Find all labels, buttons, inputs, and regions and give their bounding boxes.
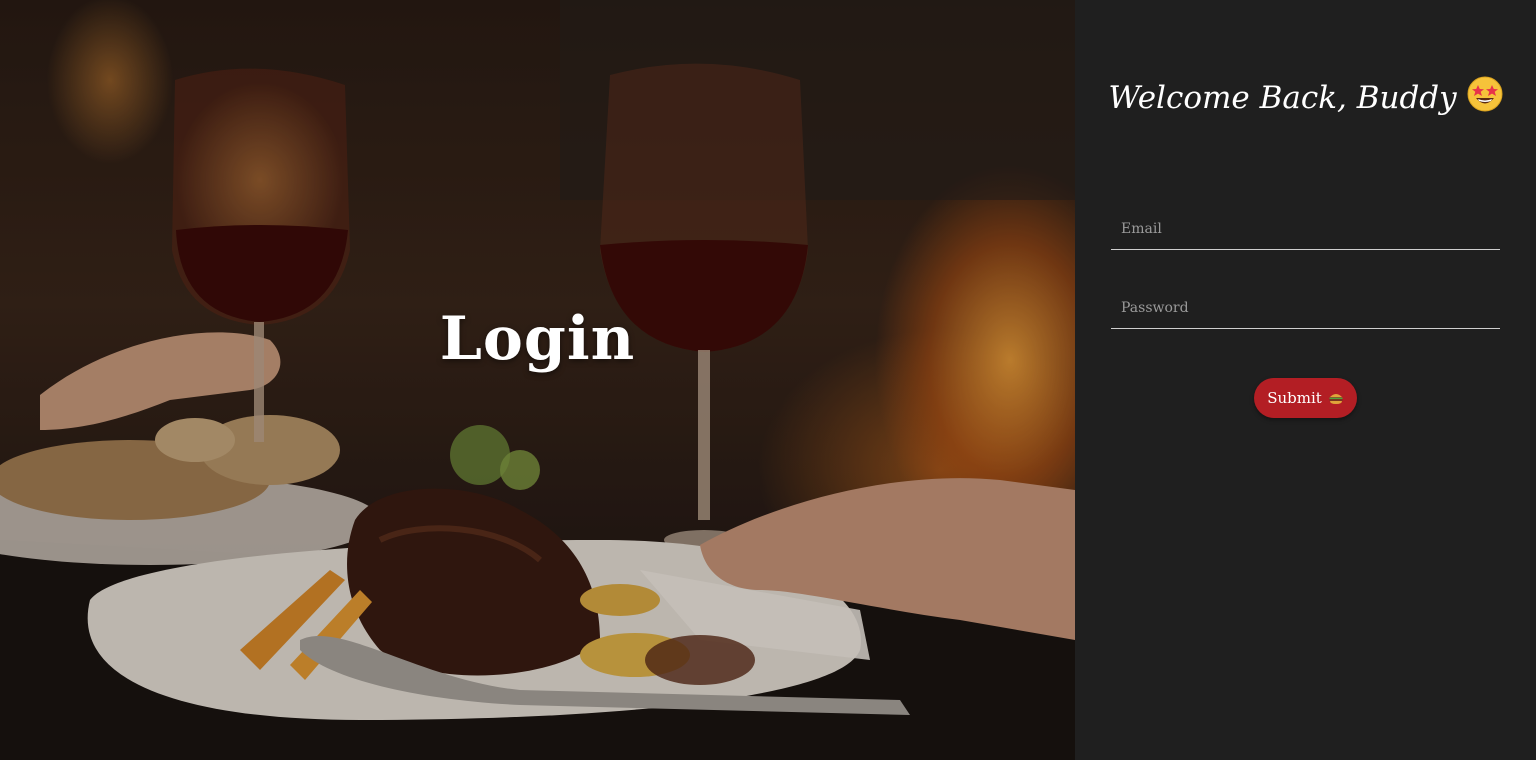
hero-image-panel: Login — [0, 0, 1075, 760]
hero-title: Login — [439, 304, 636, 374]
submit-label: Submit — [1267, 389, 1322, 407]
login-page: Login Welcome Back, Buddy Submit — [0, 0, 1536, 760]
password-input[interactable] — [1111, 288, 1500, 328]
burger-icon — [1329, 394, 1343, 404]
welcome-text: Welcome Back, Buddy — [1108, 80, 1457, 116]
welcome-heading: Welcome Back, Buddy — [1075, 76, 1536, 116]
hero-dark-overlay — [0, 0, 1075, 760]
submit-button[interactable]: Submit — [1254, 378, 1357, 418]
password-field[interactable] — [1111, 288, 1500, 329]
star-struck-emoji-icon — [1467, 76, 1503, 112]
login-form-panel: Welcome Back, Buddy Submit — [1075, 0, 1536, 760]
email-input[interactable] — [1111, 209, 1500, 249]
email-field[interactable] — [1111, 209, 1500, 250]
